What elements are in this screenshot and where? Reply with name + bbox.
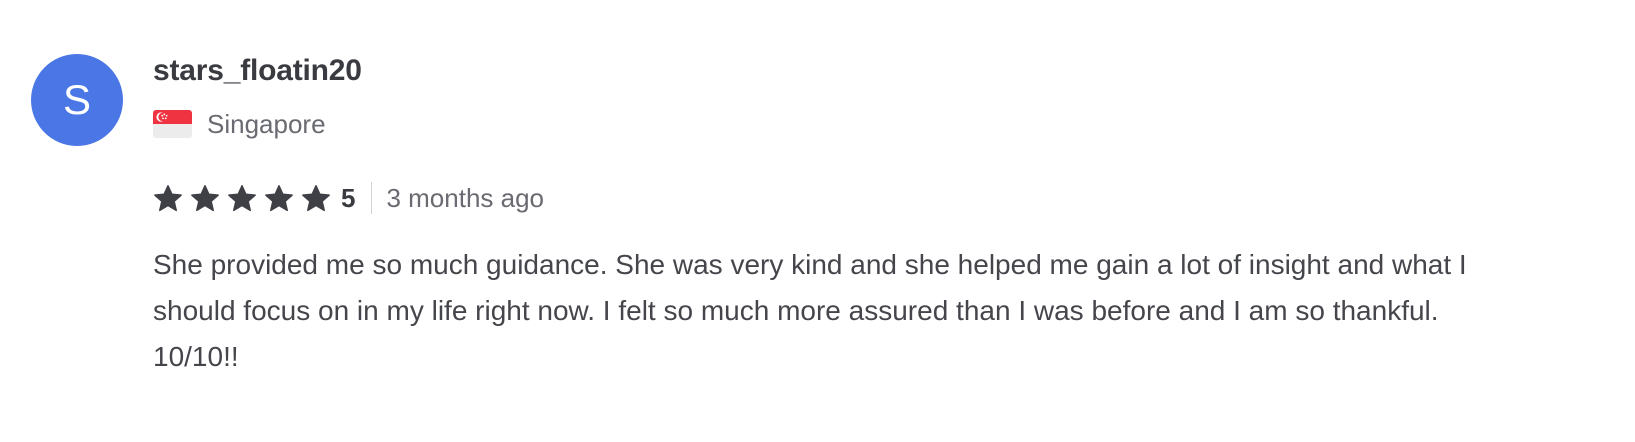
country-name: Singapore <box>207 108 326 139</box>
star-icon <box>191 185 219 212</box>
reviewer-location: Singapore <box>153 108 1593 140</box>
review-date: 3 months ago <box>386 182 545 213</box>
review-text: She provided me so much guidance. She wa… <box>153 249 1467 372</box>
avatar: S <box>31 54 123 146</box>
review-card: S stars_floatin20 Singapore 5 3 months a… <box>0 0 1635 442</box>
star-icon <box>228 185 256 212</box>
star-rating <box>153 183 341 213</box>
singapore-flag-icon <box>153 110 192 138</box>
avatar-initial: S <box>62 76 91 123</box>
star-icon <box>265 185 293 212</box>
username: stars_floatin20 <box>153 54 362 87</box>
rating-value: 5 <box>341 182 356 213</box>
star-icon <box>302 185 330 212</box>
star-icon <box>154 185 182 212</box>
rating-row: 5 3 months ago <box>153 180 1593 216</box>
divider <box>371 182 373 214</box>
review-content: stars_floatin20 Singapore 5 3 months ago… <box>153 52 1593 380</box>
